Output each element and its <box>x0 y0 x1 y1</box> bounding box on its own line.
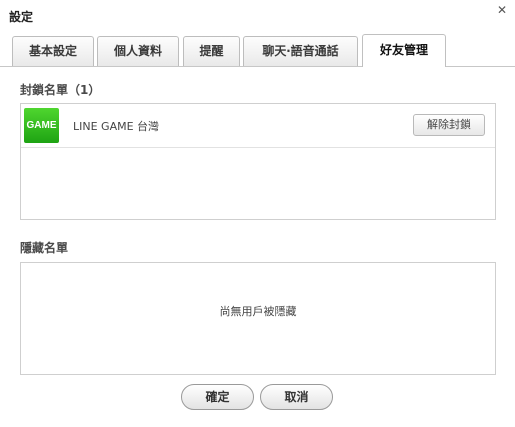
tab-profile[interactable]: 個人資料 <box>97 36 179 66</box>
hidden-list: 尚無用戶被隱藏 <box>20 262 496 375</box>
avatar: GAME <box>24 108 59 143</box>
cancel-button[interactable]: 取消 <box>260 384 333 410</box>
blocked-list-heading: 封鎖名單（1） <box>20 83 101 97</box>
title-bar: 設定 ✕ <box>0 0 515 32</box>
tab-chat-voice-call[interactable]: 聊天‧語音通話 <box>243 36 358 66</box>
window-title: 設定 <box>9 10 34 24</box>
ok-button[interactable]: 確定 <box>181 384 254 410</box>
tab-friend-management[interactable]: 好友管理 <box>362 34 446 67</box>
tab-notifications[interactable]: 提醒 <box>183 36 240 66</box>
settings-dialog: 設定 ✕ 基本設定 個人資料 提醒 聊天‧語音通話 好友管理 封鎖名單（1） G… <box>0 0 515 427</box>
blocked-list-item: GAME LINE GAME 台灣 解除封鎖 <box>21 104 495 148</box>
hidden-list-heading: 隱藏名單 <box>20 241 69 255</box>
unblock-button[interactable]: 解除封鎖 <box>413 114 485 136</box>
tab-bar: 基本設定 個人資料 提醒 聊天‧語音通話 好友管理 <box>0 34 515 67</box>
tab-basic-settings[interactable]: 基本設定 <box>12 36 94 66</box>
hidden-list-empty-message: 尚無用戶被隱藏 <box>219 305 297 318</box>
blocked-friend-name: LINE GAME 台灣 <box>73 120 160 133</box>
close-icon[interactable]: ✕ <box>495 3 509 17</box>
blocked-list: GAME LINE GAME 台灣 解除封鎖 <box>20 103 496 220</box>
